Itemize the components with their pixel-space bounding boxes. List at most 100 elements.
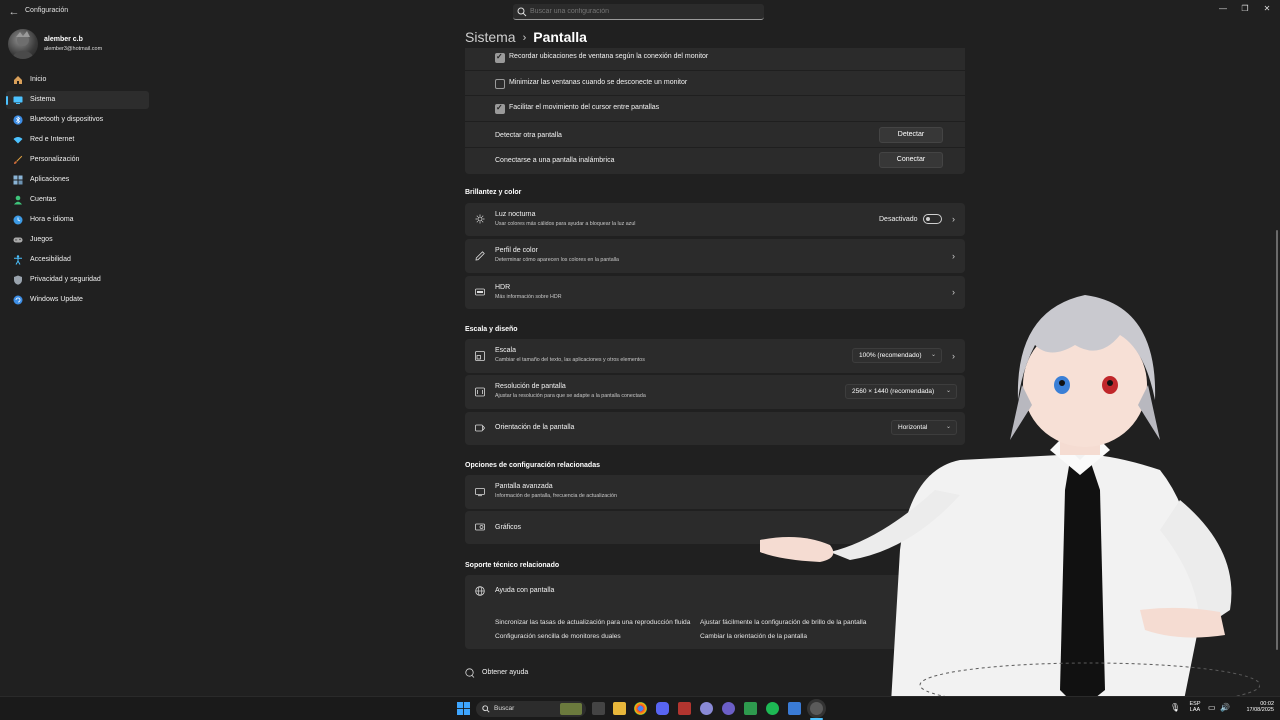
hdr-desc: Más información sobre HDR [495, 294, 562, 300]
close-button[interactable]: ✕ [1257, 2, 1277, 16]
remember-checkbox[interactable] [495, 52, 505, 63]
volume-icon[interactable]: 🔊 [1220, 703, 1230, 712]
sidebar-item-hora[interactable]: Hora e idioma [6, 211, 149, 229]
user-email: alember3@hotmail.com [44, 46, 103, 52]
clock[interactable]: 00:02 17/08/2025 [1234, 701, 1274, 713]
shield-icon [14, 275, 22, 285]
monitor-icon [13, 96, 23, 104]
sidebar-item-inicio[interactable]: Inicio [6, 71, 149, 89]
support-link[interactable]: Sincronizar las tasas de actualización p… [495, 619, 690, 626]
color-profile-title: Perfil de color [495, 247, 538, 254]
sidebar-item-label: Inicio [30, 76, 47, 83]
app-icon[interactable] [678, 702, 691, 715]
remember-label: Recordar ubicaciones de ventana según la… [509, 53, 709, 60]
taskbar: Buscar 🎙 ESP LAA ▭ 🔊 00:02 17/08/2025 [0, 696, 1280, 720]
section-heading-related: Opciones de configuración relacionadas [465, 462, 600, 469]
sidebar-item-sistema[interactable]: Sistema [6, 91, 149, 109]
connect-button[interactable]: Conectar [879, 152, 943, 168]
sidebar-item-label: Sistema [30, 96, 56, 103]
graphics-card-icon [475, 523, 485, 531]
color-profile-row[interactable]: Perfil de color Determinar cómo aparecen… [465, 239, 965, 273]
advanced-display-row[interactable]: Pantalla avanzada Información de pantall… [465, 475, 965, 509]
user-profile[interactable]: alember c.b alember3@hotmail.com [8, 29, 168, 61]
sidebar-item-label: Accesibilidad [30, 256, 71, 263]
scale-icon [475, 351, 485, 361]
support-card: Ayuda con pantalla Sincronizar las tasas… [465, 575, 965, 649]
remember-row[interactable]: Recordar ubicaciones de ventana según la… [465, 48, 965, 70]
sidebar-item-windows-update[interactable]: Windows Update [6, 291, 149, 309]
app-icon[interactable] [788, 702, 801, 715]
section-heading-scale: Escala y diseño [465, 326, 518, 333]
windows-start-icon[interactable] [457, 702, 470, 715]
chevron-right-icon: › [952, 351, 955, 361]
language-indicator[interactable]: ESP LAA [1186, 701, 1204, 713]
scrollbar[interactable] [1276, 230, 1278, 650]
sidebar-item-red[interactable]: Red e Internet [6, 131, 149, 149]
sidebar-item-accesibilidad[interactable]: Accesibilidad [6, 251, 149, 269]
cursor-checkbox[interactable] [495, 103, 505, 114]
settings-search-box[interactable] [513, 4, 764, 20]
chevron-down-icon: ⌄ [930, 352, 936, 358]
restore-button[interactable]: ❐ [1235, 2, 1255, 16]
chevron-right-icon: › [952, 522, 955, 532]
minimize-button[interactable]: — [1213, 2, 1233, 16]
gamepad-icon [13, 237, 23, 243]
scale-title: Escala [495, 347, 517, 354]
network-icon[interactable]: ▭ [1208, 703, 1216, 712]
cursor-row[interactable]: Facilitar el movimiento del cursor entre… [465, 95, 965, 121]
app-icon[interactable] [722, 702, 735, 715]
search-icon [517, 7, 527, 17]
graphics-row[interactable]: Gráficos › [465, 511, 965, 544]
orientation-dropdown[interactable]: Horizontal ⌄ [891, 420, 957, 435]
night-light-toggle[interactable] [923, 214, 942, 224]
microphone-icon[interactable]: 🎙 [1170, 703, 1180, 712]
chevron-right-icon: › [952, 487, 955, 497]
brush-icon [14, 155, 23, 164]
orientation-icon [475, 424, 485, 432]
search-icon [482, 705, 490, 713]
help-chat-icon [465, 668, 475, 678]
support-link[interactable]: Cambiar la orientación de la pantalla [700, 633, 807, 640]
app-icon[interactable] [700, 702, 713, 715]
sidebar-item-aplicaciones[interactable]: Aplicaciones [6, 171, 149, 189]
sidebar-item-privacidad[interactable]: Privacidad y seguridad [6, 271, 149, 289]
taskbar-search[interactable]: Buscar [476, 701, 586, 717]
minimize-row[interactable]: Minimizar las ventanas cuando se descone… [465, 70, 965, 95]
app-icon[interactable] [744, 702, 757, 715]
breadcrumb-parent[interactable]: Sistema [465, 29, 516, 45]
sidebar-item-cuentas[interactable]: Cuentas [6, 191, 149, 209]
app-title: Configuración [25, 7, 69, 14]
sidebar-item-personalizacion[interactable]: Personalización [6, 151, 149, 169]
search-input[interactable] [530, 5, 760, 18]
chrome-icon[interactable] [634, 702, 647, 715]
advanced-display-title: Pantalla avanzada [495, 483, 553, 490]
discord-icon[interactable] [656, 702, 669, 715]
user-name: alember c.b [44, 36, 83, 43]
detect-button[interactable]: Detectar [879, 127, 943, 143]
cursor-label: Facilitar el movimiento del cursor entre… [509, 104, 660, 111]
scale-dropdown[interactable]: 100% (recomendado) ⌄ [852, 348, 942, 363]
sidebar-item-label: Hora e idioma [30, 216, 74, 223]
settings-gear-icon[interactable] [810, 702, 823, 715]
resolution-dropdown[interactable]: 2560 × 1440 (recomendada) ⌄ [845, 384, 957, 399]
help-display-header[interactable]: Ayuda con pantalla [465, 575, 965, 608]
scale-row[interactable]: Escala Cambiar el tamaño del texto, las … [465, 339, 965, 373]
bluetooth-icon [13, 115, 23, 125]
file-explorer-icon[interactable] [613, 702, 626, 715]
task-view-icon[interactable] [592, 702, 605, 715]
graphics-title: Gráficos [495, 524, 522, 531]
support-link[interactable]: Configuración sencilla de monitores dual… [495, 633, 621, 640]
chevron-down-icon: ⌄ [945, 424, 951, 430]
minimize-checkbox[interactable] [495, 79, 505, 89]
apps-icon [13, 175, 23, 185]
sidebar-item-juegos[interactable]: Juegos [6, 231, 149, 249]
spotify-icon[interactable] [766, 702, 779, 715]
sidebar-item-bluetooth[interactable]: Bluetooth y dispositivos [6, 111, 149, 129]
night-light-row[interactable]: Luz nocturna Usar colores más cálidos pa… [465, 203, 965, 236]
hdr-row[interactable]: HDR Más información sobre HDR › [465, 276, 965, 309]
back-arrow-icon[interactable]: ← [6, 4, 22, 20]
chevron-right-icon: › [952, 214, 955, 224]
get-help-link[interactable]: Obtener ayuda [482, 669, 528, 676]
sidebar-item-label: Privacidad y seguridad [30, 276, 101, 283]
support-link[interactable]: Ajustar fácilmente la configuración de b… [700, 619, 866, 626]
